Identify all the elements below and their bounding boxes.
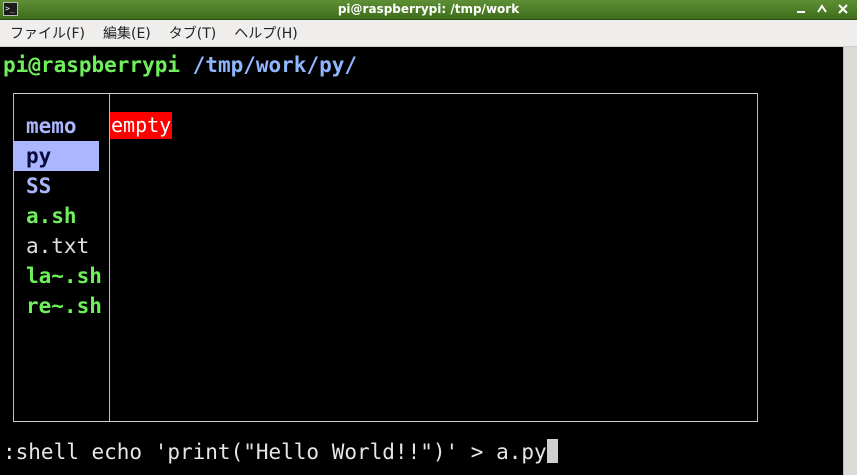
frame-top-border: [13, 93, 758, 94]
command-line[interactable]: :shell echo 'print("Hello World!!")' > a…: [3, 437, 558, 467]
file-entry-a-sh[interactable]: a.sh: [14, 201, 108, 231]
menu-file[interactable]: ファイル(F): [10, 23, 85, 43]
frame-right-border: [757, 93, 758, 421]
terminal-scrollbar[interactable]: [843, 47, 857, 475]
maximize-icon[interactable]: [815, 2, 829, 16]
window-title: pi@raspberrypi: /tmp/work: [337, 2, 520, 16]
title-bar[interactable]: >_ pi@raspberrypi: /tmp/work: [0, 0, 857, 20]
file-entry-la-sh[interactable]: la~.sh: [14, 261, 108, 291]
file-entry-ss[interactable]: SS: [14, 171, 108, 201]
prompt-user: pi@raspberrypi: [3, 53, 181, 77]
menu-help[interactable]: ヘルプ(H): [234, 23, 297, 43]
frame-bottom-border: [13, 421, 758, 422]
preview-empty-badge: empty: [110, 112, 173, 139]
text-cursor: [546, 439, 558, 463]
menu-bar: ファイル(F) 編集(E) タブ(T) ヘルプ(H): [0, 20, 857, 47]
prompt-line: pi@raspberrypi /tmp/work/py/: [3, 50, 357, 80]
file-entry-re-sh[interactable]: re~.sh: [14, 291, 108, 321]
menu-edit[interactable]: 編集(E): [103, 23, 151, 43]
file-entry-memo[interactable]: memo: [14, 111, 108, 141]
frame-column-divider: [109, 93, 110, 421]
file-entry-py-selected[interactable]: py: [14, 141, 99, 171]
file-entry-a-txt[interactable]: a.txt: [14, 231, 108, 261]
menu-tabs[interactable]: タブ(T): [169, 23, 216, 43]
terminal-window: >_ pi@raspberrypi: /tmp/work ファイル(F) 編集(…: [0, 0, 857, 475]
close-icon[interactable]: [836, 2, 850, 16]
prompt-path: /tmp/work/py/: [180, 53, 358, 77]
command-text: :shell echo 'print("Hello World!!")' > a…: [3, 440, 547, 464]
file-list: memo py SS a.sh a.txt la~.sh re~.sh: [14, 111, 108, 321]
terminal-area[interactable]: pi@raspberrypi /tmp/work/py/ memo py SS …: [0, 47, 843, 475]
minimize-icon[interactable]: [794, 2, 808, 16]
